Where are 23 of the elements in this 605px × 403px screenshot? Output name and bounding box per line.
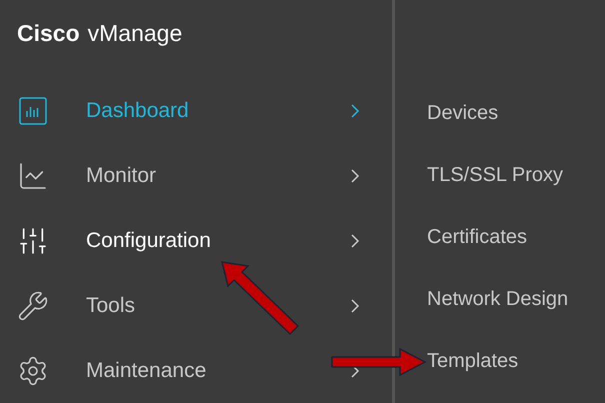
bar-chart-icon	[19, 96, 47, 124]
submenu-item[interactable]: TLS/SSL Proxy	[427, 144, 605, 206]
chevron-right-icon	[351, 234, 360, 248]
submenu-item[interactable]: Network Design	[427, 268, 605, 330]
submenu-item[interactable]: Devices	[427, 82, 605, 144]
menu-label: Configuration	[86, 228, 212, 254]
wrench-icon	[17, 290, 49, 322]
menu-label: Maintenance	[86, 358, 208, 384]
menu-item[interactable]: Dashboard	[0, 78, 392, 143]
menu-item[interactable]: Tools	[0, 273, 392, 338]
submenu-item[interactable]: Templates	[427, 330, 605, 392]
menu-item[interactable]: Monitor	[0, 143, 392, 208]
menu-label: Tools	[86, 292, 136, 319]
chevron-right-icon	[351, 298, 360, 312]
menu-item[interactable]: Maintenance	[0, 338, 392, 403]
chevron-right-icon	[351, 104, 360, 118]
product-name: vManage	[88, 19, 182, 48]
menu-item[interactable]: Configuration	[0, 208, 392, 273]
chevron-right-icon	[351, 168, 360, 182]
menu-label: Dashboard	[86, 98, 190, 124]
submenu-item[interactable]: Certificates	[427, 206, 605, 268]
menu-label: Monitor	[86, 162, 158, 189]
brand-name: Cisco	[17, 19, 80, 48]
